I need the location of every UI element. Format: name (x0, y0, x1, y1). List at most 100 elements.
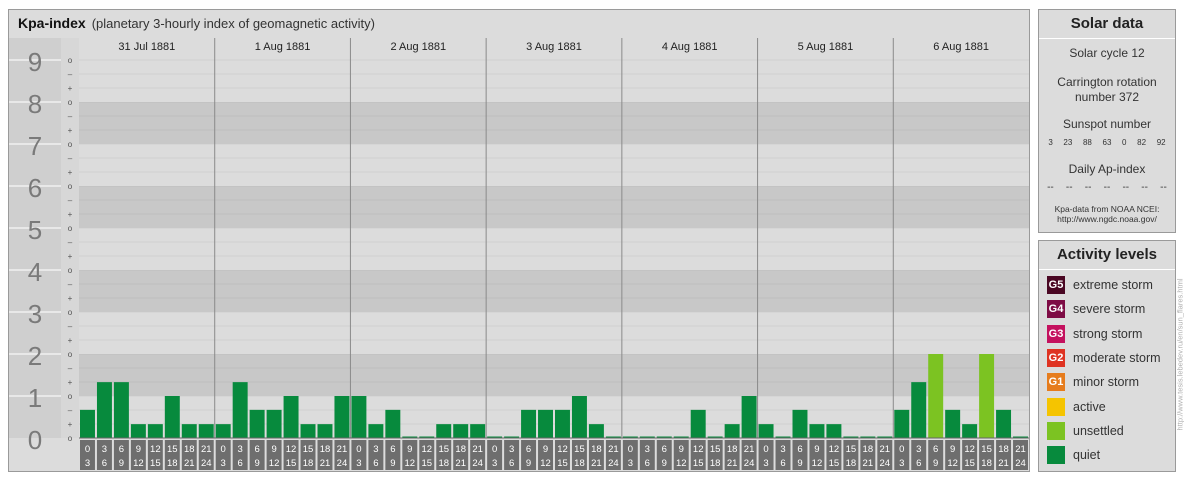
band (79, 312, 1029, 354)
interval-start: 9 (407, 444, 412, 455)
sunspot-value: 88 (1082, 138, 1092, 147)
ap-value: -- (1160, 182, 1167, 193)
kp-bar (317, 424, 333, 438)
interval-start: 15 (846, 444, 857, 455)
minor-tick-label: o (68, 182, 73, 191)
interval-end: 9 (390, 458, 395, 469)
y-tick-label: 1 (28, 383, 42, 413)
minor-tick-label: + (68, 84, 73, 93)
interval-start: 18 (998, 444, 1009, 455)
kp-bar (996, 409, 1012, 438)
interval-start: 0 (492, 444, 497, 455)
kp-bar (147, 424, 163, 438)
kp-bar (300, 424, 316, 438)
minor-tick-label: o (68, 56, 73, 65)
y-tick-label: 0 (28, 425, 42, 455)
kp-bar (538, 409, 553, 438)
kp-bar (80, 409, 95, 438)
interval-start: 15 (574, 444, 585, 455)
interval-end: 18 (167, 458, 178, 469)
band (79, 228, 1029, 270)
interval-end: 21 (863, 458, 874, 469)
interval-start: 21 (880, 444, 891, 455)
activity-level-item: G5 extreme storm (1047, 275, 1153, 295)
ap-value: -- (1141, 182, 1148, 193)
interval-end: 12 (812, 458, 823, 469)
activity-level-swatch: G5 (1047, 276, 1065, 294)
interval-end: 12 (540, 458, 551, 469)
kp-bar (198, 424, 214, 438)
kp-bar (215, 424, 231, 438)
interval-end: 21 (455, 458, 466, 469)
minor-tick-label: o (68, 140, 73, 149)
solar-cycle: Solar cycle 12 (1069, 46, 1145, 60)
minor-tick-label: – (68, 154, 73, 163)
minor-tick-label: o (68, 434, 73, 443)
interval-start: 3 (373, 444, 378, 455)
band (79, 60, 1029, 102)
minor-tick-label: – (68, 238, 73, 247)
interval-end: 21 (727, 458, 738, 469)
interval-start: 0 (628, 444, 633, 455)
activity-level-label: quiet (1073, 448, 1101, 463)
minor-tick-label: – (68, 196, 73, 205)
interval-start: 0 (356, 444, 361, 455)
minor-tick-label: + (68, 294, 73, 303)
solar-data-heading: Solar data (1039, 10, 1175, 39)
kpa-chart: 0123456789o+–o+–o+–o+–o+–o+–o+–o+–o+–o31… (9, 38, 1029, 470)
activity-level-swatch: G3 (1047, 324, 1065, 343)
interval-end: 18 (438, 458, 449, 469)
activity-level-item: G4 severe storm (1047, 299, 1145, 319)
minor-tick-label: o (68, 98, 73, 107)
activity-level-item: G2 moderate storm (1047, 348, 1161, 368)
interval-start: 21 (744, 444, 755, 455)
ap-index-values: -- -- -- -- -- -- -- (1041, 182, 1173, 193)
minor-tick-label: + (68, 420, 73, 429)
interval-end: 24 (880, 458, 891, 469)
ap-value: -- (1084, 182, 1092, 193)
minor-tick-label: – (68, 112, 73, 121)
ap-value: -- (1103, 182, 1111, 193)
solar-data-panel: Solar data Solar cycle 12 Carrington rot… (1038, 9, 1176, 233)
interval-end: 18 (303, 458, 314, 469)
interval-end: 18 (981, 458, 992, 469)
interval-end: 15 (693, 458, 704, 469)
kp-bar (130, 424, 146, 438)
minor-tick-label: + (68, 126, 73, 135)
day-label: 1 Aug 1881 (255, 41, 311, 53)
interval-start: 21 (337, 444, 348, 455)
interval-end: 9 (526, 458, 531, 469)
interval-end: 6 (238, 458, 243, 469)
interval-end: 12 (947, 458, 958, 469)
minor-tick-label: + (68, 336, 73, 345)
band (79, 144, 1029, 186)
interval-start: 21 (608, 444, 619, 455)
interval-end: 9 (797, 458, 802, 469)
day-label: 6 Aug 1881 (933, 41, 989, 53)
activity-level-label: moderate storm (1073, 350, 1161, 365)
interval-start: 18 (863, 444, 874, 455)
interval-end: 24 (608, 458, 619, 469)
y-tick-label: 6 (28, 173, 42, 203)
interval-start: 9 (679, 444, 684, 455)
interval-start: 12 (286, 444, 297, 455)
sunspot-value: 3 (1048, 138, 1053, 147)
kp-bar (96, 382, 112, 438)
interval-start: 3 (238, 444, 243, 455)
carrington-rotation: Carrington rotation number 372 (1057, 75, 1157, 104)
activity-level-item: G3 strong storm (1047, 324, 1142, 344)
interval-start: 3 (102, 444, 107, 455)
activity-levels-heading: Activity levels (1039, 241, 1175, 270)
credit-url: http://www.ngdc.noaa.gov/ (1057, 214, 1157, 224)
sunspot-value: 0 (1122, 138, 1127, 147)
activity-level-item: unsettled (1047, 421, 1124, 441)
day-label: 2 Aug 1881 (390, 41, 446, 53)
activity-level-label: severe storm (1073, 302, 1146, 317)
interval-end: 15 (150, 458, 161, 469)
interval-end: 24 (337, 458, 348, 469)
interval-end: 15 (964, 458, 975, 469)
kp-bar (741, 396, 757, 438)
interval-start: 18 (455, 444, 466, 455)
interval-end: 21 (184, 458, 195, 469)
kpa-chart-panel: Kpa-index (planetary 3-hourly index of ge… (8, 9, 1030, 472)
